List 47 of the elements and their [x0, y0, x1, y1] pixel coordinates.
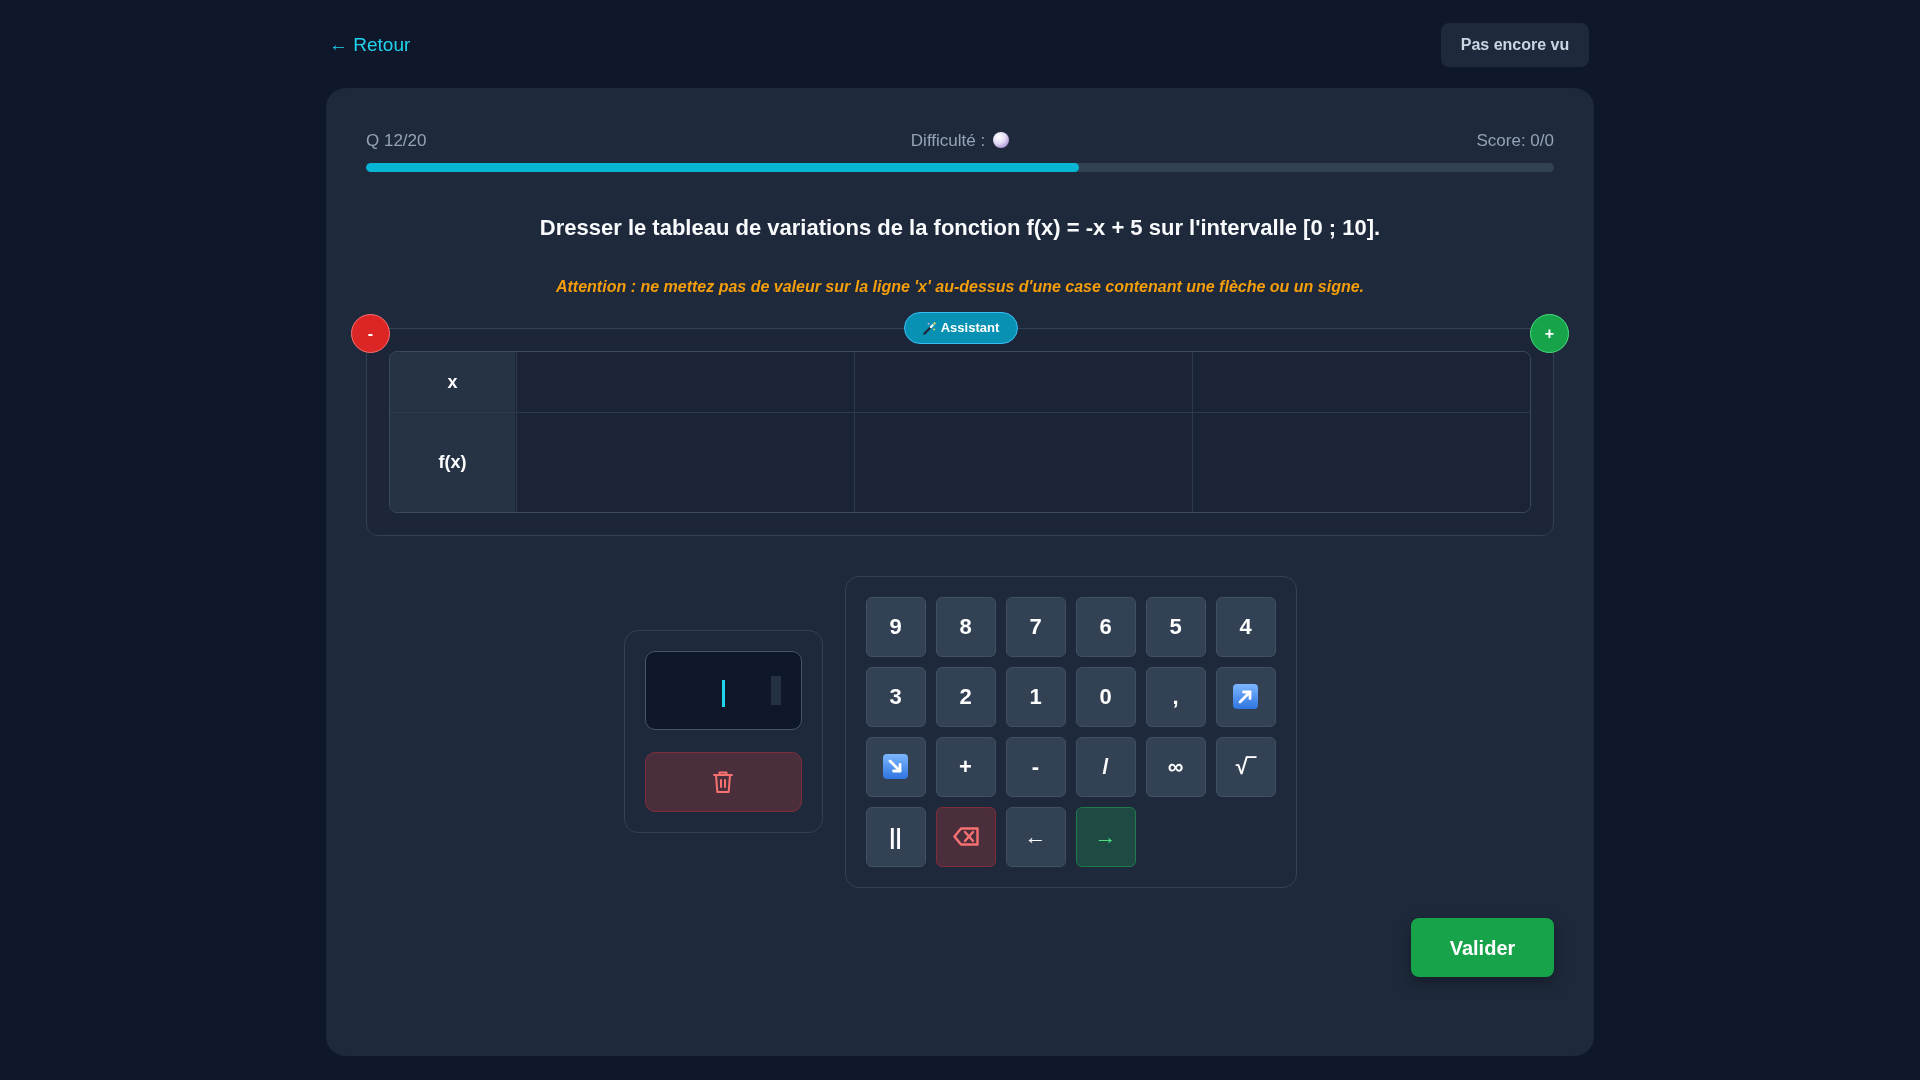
arrow-down-right-icon — [883, 754, 908, 779]
remove-column-button[interactable]: - — [351, 314, 390, 353]
keypad-key[interactable]: , — [1145, 666, 1206, 727]
keypad-key[interactable] — [935, 806, 996, 867]
row-header-cell: x — [390, 352, 516, 412]
keypad-key[interactable] — [865, 736, 926, 797]
status-button[interactable]: Pas encore vu — [1441, 23, 1589, 67]
keypad-key[interactable]: + — [935, 736, 996, 797]
question-counter: Q 12/20 — [366, 131, 427, 150]
table-cell[interactable] — [516, 412, 854, 512]
block-icon — [770, 676, 781, 705]
difficulty-label: Difficulté : — [910, 131, 986, 150]
keypad-key[interactable]: 1 — [1005, 666, 1066, 727]
keypad-key[interactable]: 7 — [1005, 596, 1066, 657]
keypad-key[interactable]: 9 — [865, 596, 926, 657]
keypad-key[interactable]: / — [1075, 736, 1136, 797]
answer-display[interactable] — [644, 651, 802, 730]
question-text: Dresser le tableau de variations de la fonction f(x) = -x + 5 sur l'intervalle [0 ; 10]. — [538, 214, 1382, 242]
keypad-key[interactable]: ← — [1005, 806, 1066, 867]
keypad-key[interactable]: 3 — [865, 666, 926, 727]
text-cursor-icon — [721, 680, 725, 707]
keypad-key[interactable] — [1215, 666, 1276, 727]
keypad-key[interactable]: 0 — [1075, 666, 1136, 727]
keypad-key[interactable]: 6 — [1075, 596, 1136, 657]
keypad-key[interactable]: 5 — [1145, 596, 1206, 657]
trash-icon — [712, 770, 734, 794]
keypad-key[interactable]: ∞ — [1145, 736, 1206, 797]
backspace-icon — [952, 827, 979, 846]
magic-wand-icon — [922, 321, 936, 335]
back-link[interactable]: ← Retour — [326, 23, 411, 67]
table-cell[interactable] — [1192, 412, 1530, 512]
score-text: Score: 0/0 — [1476, 131, 1554, 150]
keypad-key[interactable]: 8 — [935, 596, 996, 657]
clear-button[interactable] — [644, 752, 802, 812]
keypad-key[interactable]: 4 — [1215, 596, 1276, 657]
keypad-key[interactable]: || — [865, 806, 926, 867]
warning-text: Attention : ne mettez pas de valeur sur la ligne 'x' au-dessus d'une case contenant une flèche ou un signe. — [555, 277, 1365, 297]
keypad-key[interactable]: - — [1005, 736, 1066, 797]
row-header-cell: f(x) — [390, 412, 516, 512]
keypad-key[interactable]: → — [1075, 806, 1136, 867]
keypad-key[interactable]: 2 — [935, 666, 996, 727]
keypad-key[interactable]: √‾ — [1215, 736, 1276, 797]
arrow-up-right-icon — [1233, 684, 1258, 709]
assistant-button[interactable]: Assistant — [904, 312, 1018, 344]
table-cell[interactable] — [1192, 352, 1530, 412]
table-cell[interactable] — [854, 412, 1192, 512]
sphere-icon — [993, 132, 1010, 148]
